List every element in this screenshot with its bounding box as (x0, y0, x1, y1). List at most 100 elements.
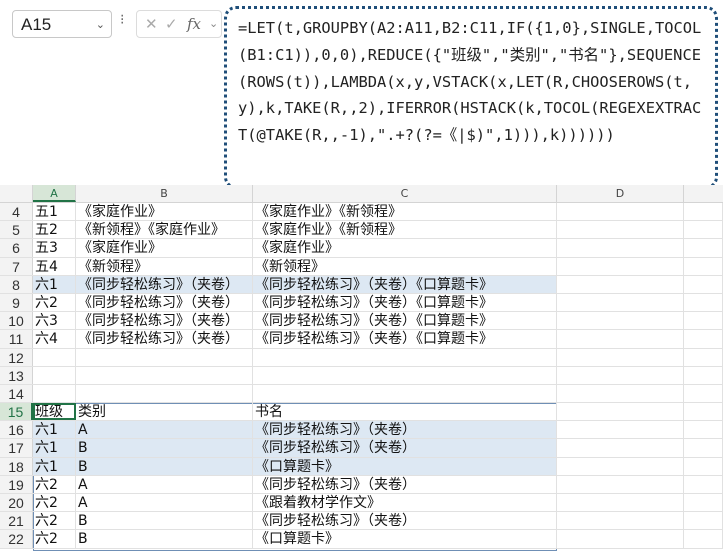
row-header[interactable]: 10 (0, 312, 33, 330)
cell-b19[interactable]: A (76, 475, 253, 493)
cell-c18[interactable]: 《口算题卡》 (253, 457, 557, 475)
cell-c21[interactable]: 《同步轻松练习》（夹卷） (253, 512, 557, 530)
name-box[interactable]: A15 ⌄ (12, 10, 112, 38)
row-header[interactable]: 6 (0, 239, 33, 257)
cell-b9[interactable]: 《同步轻松练习》（夹卷） (76, 293, 253, 312)
cell-d4[interactable] (557, 203, 684, 221)
check-icon[interactable]: ✓ (165, 11, 178, 37)
row-header[interactable]: 20 (0, 494, 33, 512)
cell-b11[interactable]: 《同步轻松练习》（夹卷） (76, 330, 253, 348)
cell-e21[interactable] (684, 512, 723, 530)
cell-a16[interactable]: 六1 (33, 421, 76, 439)
column-header-a[interactable]: A (33, 185, 76, 202)
cell-e20[interactable] (684, 494, 723, 512)
cell-a7[interactable]: 五4 (33, 257, 76, 275)
cell-c15[interactable]: 书名 (253, 403, 557, 421)
cell-c8[interactable]: 《同步轻松练习》（夹卷）《口算题卡》 (253, 275, 557, 293)
cell-a17[interactable]: 六1 (33, 439, 76, 457)
cell-e9[interactable] (684, 293, 723, 312)
cell-e12[interactable] (684, 348, 723, 366)
cell-c13[interactable] (253, 366, 557, 384)
row-header[interactable]: 11 (0, 330, 33, 348)
cell-b6[interactable]: 《家庭作业》 (76, 239, 253, 257)
cell-b12[interactable] (76, 348, 253, 366)
cell-c6[interactable]: 《家庭作业》 (253, 239, 557, 257)
row-header[interactable]: 13 (0, 366, 33, 384)
cell-d21[interactable] (557, 512, 684, 530)
column-header-c[interactable]: C (253, 185, 557, 202)
cell-d14[interactable] (557, 384, 684, 403)
cell-b7[interactable]: 《新领程》 (76, 257, 253, 275)
cancel-icon[interactable]: ✕ (145, 11, 158, 37)
cell-b20[interactable]: A (76, 494, 253, 512)
cell-a20[interactable]: 六2 (33, 494, 76, 512)
cell-c19[interactable]: 《同步轻松练习》（夹卷） (253, 475, 557, 493)
cell-b13[interactable] (76, 366, 253, 384)
chevron-down-icon[interactable]: ⌄ (96, 11, 105, 39)
cell-d19[interactable] (557, 475, 684, 493)
cell-c10[interactable]: 《同步轻松练习》（夹卷）《口算题卡》 (253, 312, 557, 330)
row-header[interactable]: 17 (0, 439, 33, 457)
cell-a10[interactable]: 六3 (33, 312, 76, 330)
row-header[interactable]: 19 (0, 475, 33, 493)
cell-e11[interactable] (684, 330, 723, 348)
cell-b15[interactable]: 类别 (76, 403, 253, 421)
row-header[interactable]: 8 (0, 275, 33, 293)
cell-a18[interactable]: 六1 (33, 457, 76, 475)
cell-a5[interactable]: 五2 (33, 221, 76, 239)
row-header[interactable]: 18 (0, 457, 33, 475)
cell-e14[interactable] (684, 384, 723, 403)
cell-d6[interactable] (557, 239, 684, 257)
cell-d12[interactable] (557, 348, 684, 366)
cell-b5[interactable]: 《新领程》《家庭作业》 (76, 221, 253, 239)
cell-a19[interactable]: 六2 (33, 475, 76, 493)
cell-c16[interactable]: 《同步轻松练习》（夹卷） (253, 421, 557, 439)
cell-b16[interactable]: A (76, 421, 253, 439)
cell-c14[interactable] (253, 384, 557, 403)
cell-a9[interactable]: 六2 (33, 293, 76, 312)
cell-a22[interactable]: 六2 (33, 530, 76, 548)
cell-a12[interactable] (33, 348, 76, 366)
cell-b18[interactable]: B (76, 457, 253, 475)
cell-c22[interactable]: 《口算题卡》 (253, 530, 557, 548)
select-all-corner[interactable] (0, 185, 33, 202)
cell-c20[interactable]: 《跟着教材学作文》 (253, 494, 557, 512)
cell-c12[interactable] (253, 348, 557, 366)
row-header[interactable]: 15 (0, 403, 33, 421)
cell-c9[interactable]: 《同步轻松练习》（夹卷）《口算题卡》 (253, 293, 557, 312)
cell-b22[interactable]: B (76, 530, 253, 548)
cell-c7[interactable]: 《新领程》 (253, 257, 557, 275)
cell-e5[interactable] (684, 221, 723, 239)
row-header[interactable]: 16 (0, 421, 33, 439)
formula-input[interactable]: =LET(t,GROUPBY(A2:A11,B2:C11,IF({1,0},SI… (224, 6, 718, 189)
cell-e18[interactable] (684, 457, 723, 475)
cell-d11[interactable] (557, 330, 684, 348)
row-header[interactable]: 12 (0, 348, 33, 366)
row-header[interactable]: 7 (0, 257, 33, 275)
cell-c11[interactable]: 《同步轻松练习》（夹卷）《口算题卡》 (253, 330, 557, 348)
cell-b21[interactable]: B (76, 512, 253, 530)
cell-a4[interactable]: 五1 (33, 203, 76, 221)
cell-b17[interactable]: B (76, 439, 253, 457)
cell-b4[interactable]: 《家庭作业》 (76, 203, 253, 221)
row-header[interactable]: 9 (0, 293, 33, 312)
cell-d17[interactable] (557, 439, 684, 457)
column-header-d[interactable]: D (557, 185, 684, 202)
cell-e6[interactable] (684, 239, 723, 257)
cell-a14[interactable] (33, 384, 76, 403)
chevron-down-icon[interactable]: ⌄ (209, 11, 218, 37)
cell-d22[interactable] (557, 530, 684, 548)
cell-a21[interactable]: 六2 (33, 512, 76, 530)
cell-d5[interactable] (557, 221, 684, 239)
row-header[interactable]: 4 (0, 203, 33, 221)
cell-e4[interactable] (684, 203, 723, 221)
cell-e17[interactable] (684, 439, 723, 457)
cell-e8[interactable] (684, 275, 723, 293)
cell-e15[interactable] (684, 403, 723, 421)
more-options-icon[interactable]: ⁝ (120, 12, 125, 28)
row-header[interactable]: 21 (0, 512, 33, 530)
cell-b8[interactable]: 《同步轻松练习》（夹卷） (76, 275, 253, 293)
cell-d9[interactable] (557, 293, 684, 312)
cell-d8[interactable] (557, 275, 684, 293)
cell-b10[interactable]: 《同步轻松练习》（夹卷） (76, 312, 253, 330)
